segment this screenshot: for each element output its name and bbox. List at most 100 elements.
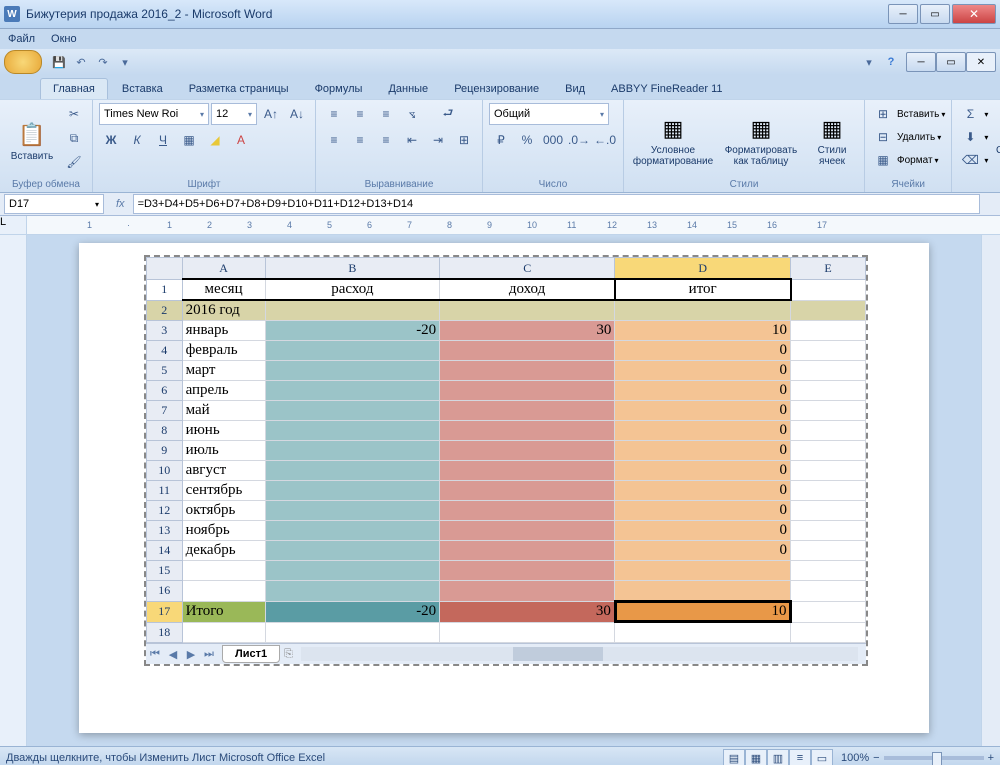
cell[interactable]: доход — [440, 279, 615, 300]
menu-file[interactable]: Файл — [8, 33, 35, 45]
cell[interactable] — [182, 561, 265, 581]
fill-color-button[interactable]: ◢ — [203, 129, 227, 151]
doc-minimize-button[interactable]: ─ — [906, 52, 936, 72]
cell[interactable] — [265, 501, 440, 521]
col-header-c[interactable]: C — [440, 258, 615, 280]
cell[interactable] — [791, 461, 866, 481]
percent-icon[interactable]: % — [515, 129, 539, 151]
cell[interactable] — [791, 300, 866, 321]
cell[interactable] — [791, 421, 866, 441]
cell[interactable] — [791, 481, 866, 501]
cell[interactable] — [265, 381, 440, 401]
spreadsheet-grid[interactable]: A B C D E 1 месяц расход доход итог — [146, 257, 866, 643]
cell[interactable]: 0 — [615, 401, 791, 421]
close-button[interactable]: ✕ — [952, 4, 996, 24]
view-fullscreen-icon[interactable]: ▦ — [745, 749, 767, 765]
sheet-nav-last-icon[interactable]: ⏭ — [200, 648, 218, 661]
cell[interactable] — [265, 441, 440, 461]
cell[interactable] — [791, 401, 866, 421]
cell[interactable] — [440, 521, 615, 541]
cell[interactable]: -20 — [265, 321, 440, 341]
cell[interactable]: октябрь — [182, 501, 265, 521]
cell[interactable]: сентябрь — [182, 481, 265, 501]
font-color-button[interactable]: A — [229, 129, 253, 151]
cell[interactable] — [265, 561, 440, 581]
maximize-button[interactable]: ▭ — [920, 4, 950, 24]
row-header[interactable]: 9 — [147, 441, 183, 461]
cell[interactable] — [791, 541, 866, 561]
cell[interactable] — [791, 321, 866, 341]
row-header[interactable]: 6 — [147, 381, 183, 401]
align-right-icon[interactable]: ≡ — [374, 129, 398, 151]
fx-icon[interactable]: fx — [108, 198, 133, 210]
row-header[interactable]: 3 — [147, 321, 183, 341]
col-header-e[interactable]: E — [791, 258, 866, 280]
qat-save-icon[interactable]: 💾 — [48, 52, 70, 72]
currency-icon[interactable]: ₽ — [489, 129, 513, 151]
cell[interactable] — [791, 279, 866, 300]
tab-formulas[interactable]: Формулы — [303, 79, 375, 99]
cell[interactable]: август — [182, 461, 265, 481]
view-draft-icon[interactable]: ▭ — [811, 749, 833, 765]
sheet-nav-first-icon[interactable]: ⏮ — [146, 648, 164, 661]
align-center-icon[interactable]: ≡ — [348, 129, 372, 151]
cell[interactable] — [265, 541, 440, 561]
cell[interactable] — [791, 581, 866, 602]
merge-button[interactable]: ⊞ — [452, 129, 476, 151]
format-cells-label[interactable]: Формат — [897, 155, 933, 166]
indent-dec-icon[interactable]: ⇤ — [400, 129, 424, 151]
cell[interactable] — [265, 622, 440, 643]
format-cells-icon[interactable]: ▦ — [871, 149, 895, 171]
cell[interactable] — [440, 381, 615, 401]
insert-cells-label[interactable]: Вставить — [897, 109, 939, 120]
orientation-icon[interactable]: ⦪ — [400, 103, 424, 125]
row-header[interactable]: 16 — [147, 581, 183, 602]
cell[interactable]: расход — [265, 279, 440, 300]
tab-data[interactable]: Данные — [376, 79, 440, 99]
tab-review[interactable]: Рецензирование — [442, 79, 551, 99]
cell[interactable] — [791, 622, 866, 643]
vertical-scrollbar[interactable] — [981, 235, 1000, 746]
sheet-nav-prev-icon[interactable]: ◀ — [164, 648, 182, 661]
indent-inc-icon[interactable]: ⇥ — [426, 129, 450, 151]
cell[interactable]: 0 — [615, 361, 791, 381]
row-header[interactable]: 11 — [147, 481, 183, 501]
new-sheet-icon[interactable]: ⎘ — [284, 648, 293, 661]
col-header-b[interactable]: B — [265, 258, 440, 280]
cell[interactable] — [265, 421, 440, 441]
cell[interactable]: январь — [182, 321, 265, 341]
qat-customize-icon[interactable]: ▾ — [114, 52, 136, 72]
cell[interactable]: июнь — [182, 421, 265, 441]
col-header-a[interactable]: A — [182, 258, 265, 280]
cell[interactable] — [440, 401, 615, 421]
number-format-combo[interactable]: Общий▾ — [489, 103, 609, 125]
cell[interactable]: -20 — [265, 601, 440, 622]
cell[interactable] — [615, 561, 791, 581]
border-button[interactable]: ▦ — [177, 129, 201, 151]
cell[interactable] — [440, 561, 615, 581]
cell[interactable] — [440, 361, 615, 381]
cell[interactable] — [440, 341, 615, 361]
row-header[interactable]: 1 — [147, 279, 183, 300]
help-icon[interactable]: ? — [880, 52, 902, 72]
embedded-excel-object[interactable]: A B C D E 1 месяц расход доход итог — [144, 255, 868, 666]
row-header[interactable]: 17 — [147, 601, 183, 622]
cell[interactable] — [791, 441, 866, 461]
cell[interactable] — [791, 361, 866, 381]
cell[interactable]: 0 — [615, 461, 791, 481]
cell[interactable]: май — [182, 401, 265, 421]
doc-restore-button[interactable]: ▭ — [936, 52, 966, 72]
cell[interactable] — [265, 361, 440, 381]
cell[interactable] — [440, 441, 615, 461]
cell[interactable] — [182, 622, 265, 643]
minimize-button[interactable]: ─ — [888, 4, 918, 24]
autosum-icon[interactable]: Σ — [958, 103, 982, 125]
doc-close-button[interactable]: ✕ — [966, 52, 996, 72]
cell[interactable] — [265, 401, 440, 421]
cell[interactable]: 30 — [440, 321, 615, 341]
cell[interactable] — [440, 501, 615, 521]
cell[interactable] — [440, 300, 615, 321]
cell[interactable] — [265, 300, 440, 321]
cell[interactable]: 0 — [615, 521, 791, 541]
cell[interactable] — [182, 581, 265, 602]
